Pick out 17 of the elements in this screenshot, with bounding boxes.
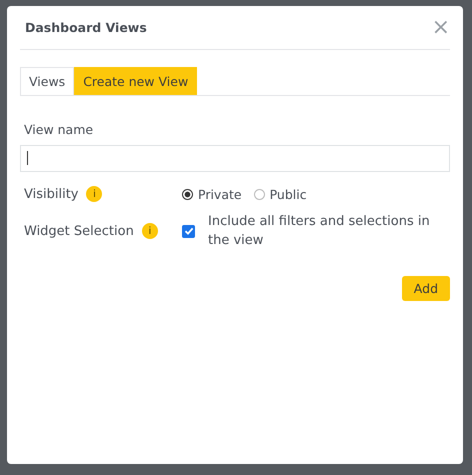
tab[interactable]: Views [20,67,74,95]
text-cursor [27,151,28,165]
field-label: View name [24,122,94,137]
add-button[interactable]: Add [402,276,450,301]
radio-button[interactable] [182,188,193,200]
checkbox[interactable] [182,224,195,238]
dialog-title: Dashboard Views [25,20,147,35]
field-label: Visibility [24,186,78,202]
radio-label: Public [270,186,307,202]
field-label: Widget Selection [24,224,134,238]
radio-button[interactable] [254,188,265,200]
input-field[interactable] [20,145,450,172]
checkbox-label: Include all filters and selections in the view [208,213,431,250]
radio-label: Private [198,186,242,202]
info-icon[interactable]: i [142,223,158,239]
tab[interactable]: Create new View [74,67,198,95]
info-icon[interactable]: i [86,186,102,202]
